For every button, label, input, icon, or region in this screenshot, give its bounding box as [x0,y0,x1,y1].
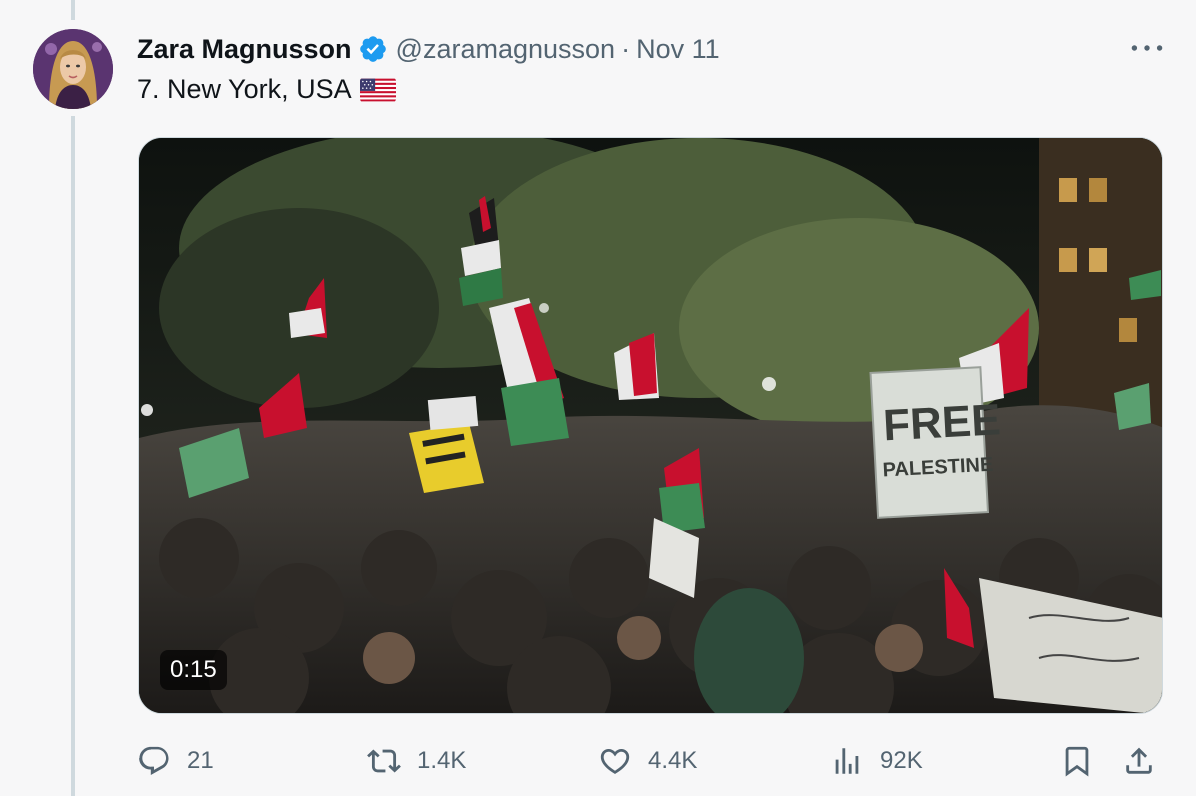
avatar[interactable] [33,29,113,109]
retweet-button[interactable]: 1.4K [367,740,466,782]
verified-badge-icon[interactable] [358,34,388,64]
video-duration: 0:15 [160,650,227,690]
separator-dot: · [621,33,631,64]
tweet-text-content: 7. New York, USA [137,74,352,104]
retweet-count: 1.4K [417,747,467,774]
reply-icon [139,746,169,775]
video-frame: FREE PALESTINE [139,138,1162,713]
reply-count: 21 [187,747,214,774]
retweet-icon [367,749,401,773]
tweet-text: 7. New York, USA [137,74,396,105]
svg-text:FREE: FREE [882,395,1002,450]
author-handle[interactable]: @zaramagnusson [396,34,616,65]
bookmark-icon [1065,746,1089,777]
like-count: 4.4K [648,747,698,774]
reply-button[interactable]: 21 [137,740,214,782]
video-player[interactable]: FREE PALESTINE [138,137,1163,714]
thread-line-top [71,0,75,20]
views-count: 92K [880,747,923,774]
us-flag-icon [359,78,396,102]
like-button[interactable]: 4.4K [598,740,697,782]
share-icon [1126,747,1152,774]
thread-line [71,116,75,796]
share-button[interactable] [1122,740,1172,782]
more-options-icon[interactable] [1127,33,1167,63]
bookmark-button[interactable] [1060,740,1110,782]
views-button[interactable]: 92K [830,740,923,782]
tweet[interactable]: Zara Magnusson @zaramagnusson · Nov 11 7… [0,0,1196,796]
author-name[interactable]: Zara Magnusson [137,34,352,65]
heart-icon [600,748,630,774]
tweet-header: Zara Magnusson @zaramagnusson · Nov 11 [137,30,720,68]
views-bar-chart-icon [835,748,859,774]
tweet-date[interactable]: Nov 11 [636,34,720,65]
